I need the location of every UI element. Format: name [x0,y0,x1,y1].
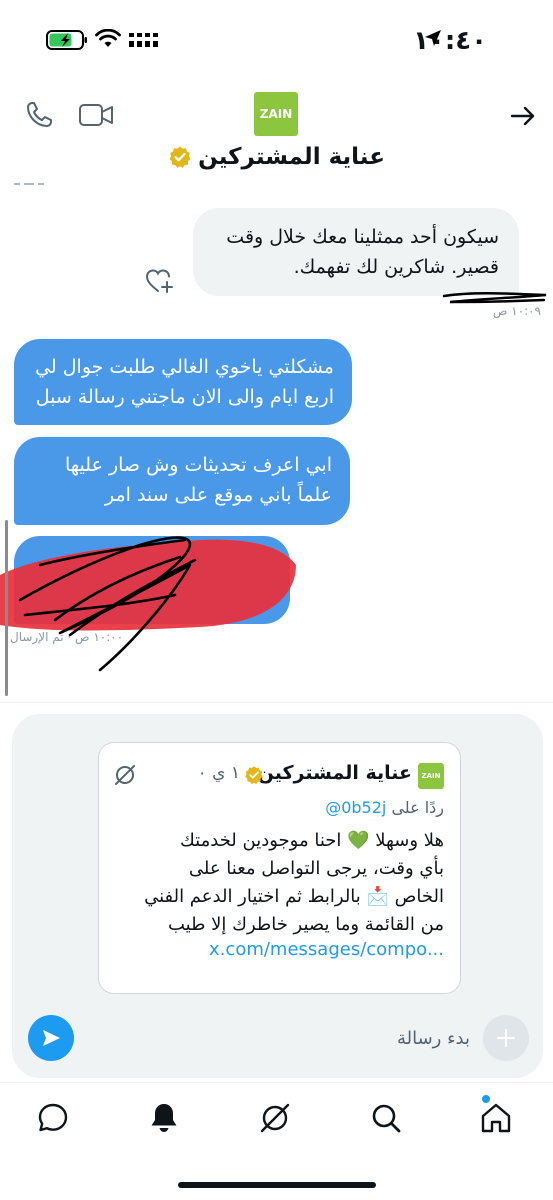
wifi-icon [95,29,121,47]
grok-icon[interactable] [113,763,137,787]
send-icon [43,1030,60,1046]
clipped-timestamp [14,183,44,185]
outgoing-message[interactable]: ابي اعرف تحديثات وش صار عليها علماً باني… [14,437,350,525]
status-bar: ١٠:٤٠ [0,0,553,84]
plus-icon [496,1028,516,1048]
notifications-icon[interactable] [147,1101,181,1135]
avatar: ZAIN [418,763,444,789]
location-arrow-icon [425,30,441,46]
message-timestamp: ١٠:٠٩ ص [492,304,541,318]
composer: ZAIN عناية المشتركين ١ ي ٠ ردًا على @0b5… [12,714,543,1078]
phone-icon[interactable] [24,100,54,130]
mention-link[interactable]: @0b52j [325,798,386,817]
add-media-button[interactable] [483,1015,529,1061]
cellular-signal-icon [129,33,158,47]
verified-badge-icon [169,146,191,168]
grok-icon[interactable] [258,1101,292,1135]
message-input[interactable] [86,1008,478,1068]
post-body: هلا وسهلا 💚 احنا موجودين لخدمتك بأي وقت،… [144,830,444,935]
add-reaction-icon[interactable] [144,266,174,296]
outgoing-message[interactable]: مشكلتي ياخوي الغالي طلبت جوال لي اربع اي… [14,339,352,425]
avatar[interactable]: ZAIN [254,92,298,136]
post-link[interactable]: x.com/messages/compo... [209,939,444,960]
reply-context: ردًا على @0b52j [325,798,444,817]
search-icon[interactable] [369,1101,403,1135]
scrollbar[interactable] [5,520,8,696]
reply-prefix: ردًا على [391,798,444,817]
redacted-message[interactable] [14,536,290,624]
title-row[interactable]: عناية المشتركين [0,144,553,170]
verified-badge-icon [245,766,263,785]
message-timestamp: ١٠:٠٠ ص · تم الإرسال [10,630,124,644]
messages-icon[interactable] [36,1101,70,1135]
unread-indicator [482,1095,490,1103]
post-time: ١ ي ٠ [197,763,240,783]
quoted-post-card[interactable]: ZAIN عناية المشتركين ١ ي ٠ ردًا على @0b5… [98,742,461,994]
home-indicator[interactable] [178,1182,376,1188]
post-author-name: عناية المشتركين [257,762,412,784]
video-icon[interactable] [78,101,114,129]
incoming-message[interactable]: سيكون أحد ممثلينا معك خلال وقت قصير. شاك… [193,208,519,296]
arrow-right-icon[interactable] [509,102,537,130]
send-button[interactable] [28,1015,74,1061]
page-title: عناية المشتركين [198,144,385,170]
divider [0,702,553,703]
battery-charging-icon [46,30,87,50]
home-icon[interactable] [479,1101,513,1135]
conversation-header: ZAIN عناية المشتركين [0,84,553,184]
